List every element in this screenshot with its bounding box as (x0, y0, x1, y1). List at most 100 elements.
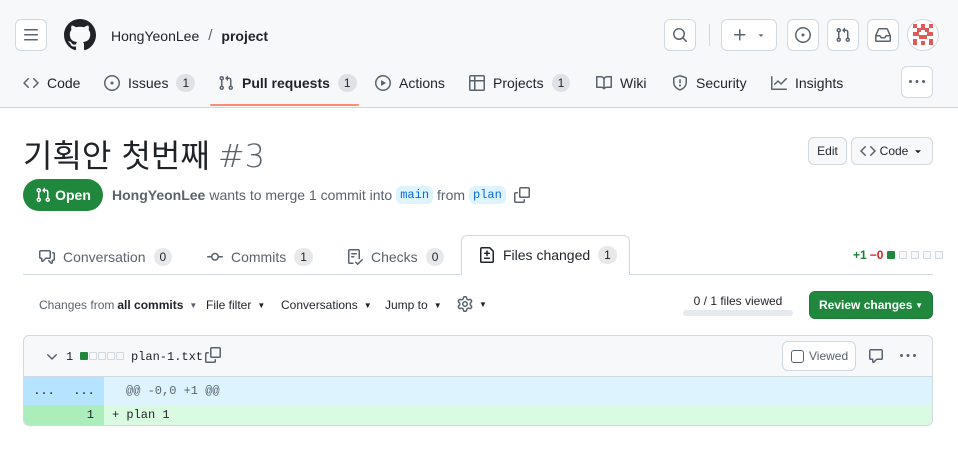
tab-files-changed[interactable]: Files changed 1 (461, 235, 630, 275)
pull-requests-header-button[interactable] (827, 19, 859, 51)
code-icon (23, 77, 39, 89)
review-changes-button[interactable]: Review changes ▼ (809, 291, 933, 319)
comment-icon[interactable] (868, 348, 884, 364)
kebab-horizontal-icon[interactable] (900, 348, 916, 364)
create-new-button[interactable] (721, 19, 777, 51)
diffstat-block-neutral (98, 352, 106, 360)
pr-meta: HongYeonLee wants to merge 1 commit into… (112, 186, 530, 204)
triangle-down-icon (758, 34, 764, 37)
triangle-down-icon: ▼ (189, 300, 198, 310)
diffstat-deletions: −0 (869, 248, 884, 262)
git-commit-icon (207, 252, 223, 261)
nav-projects[interactable]: Projects 1 (461, 66, 578, 100)
tab-conversation[interactable]: Conversation 0 (39, 241, 173, 273)
kebab-horizontal-icon (909, 80, 925, 83)
edit-title-label: Edit (817, 144, 838, 158)
breadcrumb-separator: / (208, 27, 213, 44)
header-divider (709, 24, 710, 46)
nav-code[interactable]: Code (15, 66, 88, 100)
changes-from-dropdown[interactable]: Changes from all commits ▼ (39, 298, 197, 312)
user-avatar[interactable] (907, 19, 939, 51)
file-filter-label: File filter (206, 298, 252, 312)
file-change-count: 1 (66, 350, 74, 364)
diffstat-block-neutral (116, 352, 124, 360)
pr-state-label: Open (55, 187, 91, 203)
expand-down-button[interactable]: ... (64, 377, 104, 405)
nav-code-label: Code (47, 75, 81, 91)
issues-header-button[interactable] (787, 19, 819, 51)
copy-icon[interactable] (513, 187, 530, 203)
nav-wiki[interactable]: Wiki (588, 66, 654, 100)
tab-commits-label: Commits (231, 249, 287, 265)
copy-icon[interactable] (205, 347, 221, 363)
file-header: 1 plan-1.txt Viewed (24, 336, 932, 377)
diffstat-block-added (80, 352, 88, 360)
nav-wiki-label: Wiki (620, 75, 647, 91)
code-dropdown-button[interactable]: Code (851, 137, 933, 165)
tab-checks[interactable]: Checks 0 (347, 241, 445, 273)
nav-actions-label: Actions (399, 75, 445, 91)
github-logo-icon[interactable] (64, 19, 96, 51)
git-pull-request-icon (219, 75, 234, 91)
tab-conversation-label: Conversation (63, 249, 146, 265)
nav-pull-requests-label: Pull requests (242, 75, 330, 91)
diffstat-block-added (887, 251, 896, 259)
file-name-link[interactable]: plan-1.txt (131, 350, 203, 364)
diff-line-addition: 1 + plan 1 (24, 405, 932, 425)
inbox-button[interactable] (867, 19, 899, 51)
expand-up-button[interactable]: ... (24, 377, 64, 405)
conversations-dropdown[interactable]: Conversations ▼ (281, 298, 372, 312)
tab-commits[interactable]: Commits 1 (207, 241, 313, 273)
pr-state-badge: Open (23, 179, 103, 211)
nav-pull-requests[interactable]: Pull requests 1 (210, 66, 365, 100)
tab-files-changed-label: Files changed (503, 247, 591, 263)
nav-insights[interactable]: Insights (763, 66, 851, 100)
repo-owner-link[interactable]: HongYeonLee (111, 28, 199, 44)
nav-more-button[interactable] (901, 66, 933, 98)
repo-nav: Code Issues 1 Pull requests 1 Actions Pr… (0, 66, 958, 108)
viewed-checkbox[interactable]: Viewed (782, 341, 856, 371)
diffstat-block-neutral (899, 251, 908, 259)
hunk-header-text: @@ -0,0 +1 @@ (126, 384, 220, 398)
repo-name-link[interactable]: project (221, 28, 268, 44)
graph-icon (771, 76, 787, 90)
nav-security[interactable]: Security (664, 66, 755, 100)
diffstat-block-neutral (911, 251, 920, 259)
menu-button[interactable] (15, 19, 47, 51)
file-diffstat-blocks (79, 352, 124, 360)
jump-to-dropdown[interactable]: Jump to ▼ (385, 298, 442, 312)
head-branch-link[interactable]: plan (469, 186, 506, 204)
triangle-down-icon: ▼ (433, 300, 442, 310)
file-diff: 1 plan-1.txt Viewed ... ... @@ -0,0 +1 @… (23, 335, 933, 426)
comment-discussion-icon (39, 250, 55, 264)
file-diff-icon (480, 247, 494, 263)
book-icon (596, 75, 612, 90)
search-button[interactable] (664, 19, 696, 51)
nav-issues[interactable]: Issues 1 (96, 66, 203, 100)
diffstat-block-neutral (89, 352, 97, 360)
triangle-down-icon: ▼ (479, 299, 487, 309)
git-pull-request-icon (36, 187, 51, 203)
diff-line-number[interactable]: 1 (24, 405, 104, 425)
hunk-header-row: ... ... @@ -0,0 +1 @@ (24, 377, 932, 405)
issue-opened-icon (795, 27, 811, 43)
edit-title-button[interactable]: Edit (808, 137, 847, 165)
code-icon (859, 145, 876, 157)
base-branch-link[interactable]: main (396, 186, 434, 204)
nav-actions[interactable]: Actions (367, 66, 453, 100)
nav-issues-label: Issues (128, 75, 169, 91)
diff-line-text: + plan 1 (112, 408, 170, 422)
checkbox-square[interactable] (791, 349, 804, 363)
nav-insights-label: Insights (795, 75, 844, 91)
pr-author-link[interactable]: HongYeonLee (112, 187, 205, 203)
nav-security-label: Security (696, 75, 747, 91)
shield-icon (673, 75, 687, 91)
commits-counter: 1 (294, 248, 313, 266)
file-filter-dropdown[interactable]: File filter ▼ (206, 298, 265, 312)
files-viewed-text: 0 / 1 files viewed (693, 294, 783, 308)
conversation-counter: 0 (153, 248, 173, 266)
chevron-down-icon[interactable] (44, 349, 60, 365)
diff-settings-dropdown[interactable]: ▼ (457, 296, 487, 312)
nav-projects-label: Projects (493, 75, 544, 91)
selected-nav-underline (210, 104, 359, 106)
